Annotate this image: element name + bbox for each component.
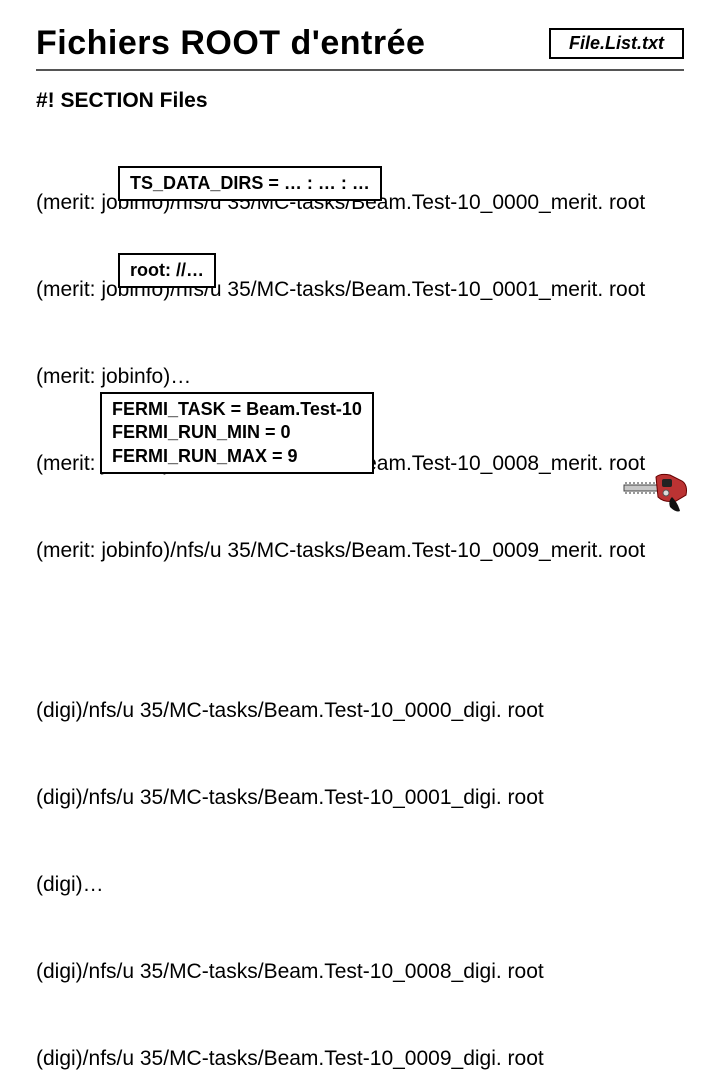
digi-block: (digi)/nfs/u 35/MC-tasks/Beam.Test-10_00… <box>36 639 684 1080</box>
digi-line: (digi)/nfs/u 35/MC-tasks/Beam.Test-10_00… <box>36 697 684 726</box>
digi-line: (digi)/nfs/u 35/MC-tasks/Beam.Test-10_00… <box>36 958 684 987</box>
chainsaw-icon <box>622 467 692 522</box>
overlay-fermi-line: FERMI_TASK = Beam.Test-10 <box>112 398 362 421</box>
title-underline <box>36 69 684 71</box>
merit-line: (merit: jobinfo)/nfs/u 35/MC-tasks/Beam.… <box>36 537 684 566</box>
digi-line: (digi)/nfs/u 35/MC-tasks/Beam.Test-10_00… <box>36 1045 684 1074</box>
digi-line: (digi)… <box>36 871 684 900</box>
digi-line: (digi)/nfs/u 35/MC-tasks/Beam.Test-10_00… <box>36 784 684 813</box>
slide-title: Fichiers ROOT d'entrée <box>36 24 425 63</box>
merit-line: (merit: jobinfo)… <box>36 363 684 392</box>
overlay-fermi-env: FERMI_TASK = Beam.Test-10 FERMI_RUN_MIN … <box>100 392 374 474</box>
slide: Fichiers ROOT d'entrée File.List.txt #! … <box>0 0 720 540</box>
title-row: Fichiers ROOT d'entrée File.List.txt <box>36 24 684 63</box>
overlay-fermi-line: FERMI_RUN_MAX = 9 <box>112 445 362 468</box>
overlay-fermi-line: FERMI_RUN_MIN = 0 <box>112 421 362 444</box>
section-header: #! SECTION Files <box>36 89 684 113</box>
overlay-root-protocol: root: //… <box>118 253 216 288</box>
merit-block: (merit: jobinfo)/nfs/u 35/MC-tasks/Beam.… <box>36 131 684 623</box>
file-name-box: File.List.txt <box>549 28 684 59</box>
overlay-ts-data-dirs: TS_DATA_DIRS = … : … : … <box>118 166 382 201</box>
